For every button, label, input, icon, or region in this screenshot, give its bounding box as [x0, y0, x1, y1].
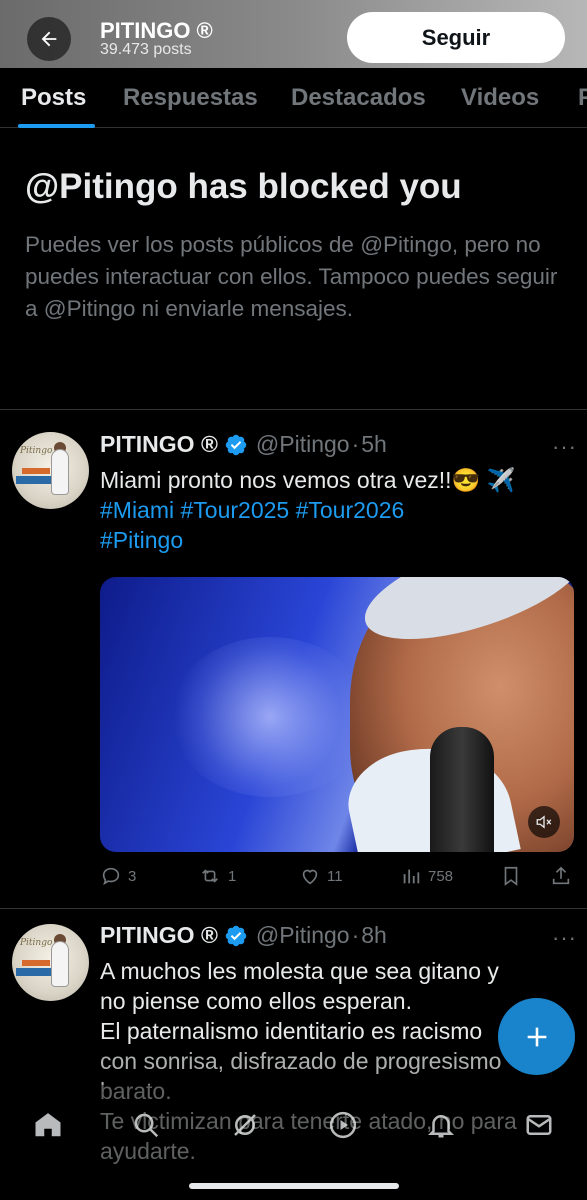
- avatar-graphic: [22, 468, 50, 474]
- post-header: PITINGO ® @Pitingo · 5h: [100, 431, 387, 458]
- avatar-graphic: [16, 968, 52, 976]
- post-timestamp[interactable]: 5h: [361, 431, 387, 458]
- blocked-title: @Pitingo has blocked you: [25, 167, 462, 206]
- post-hashtags[interactable]: #Pitingo: [100, 525, 580, 555]
- search-icon: [134, 1113, 159, 1138]
- post-header: PITINGO ® @Pitingo · 8h: [100, 922, 387, 949]
- repost-button[interactable]: 1: [198, 865, 236, 887]
- avatar-graphic: [22, 960, 50, 966]
- avatar-logo-text: Pitingo: [20, 938, 53, 948]
- avatar[interactable]: Pitingo: [12, 432, 89, 509]
- tab-replies[interactable]: Respuestas: [123, 84, 258, 112]
- bookmark-button[interactable]: [500, 865, 528, 887]
- post-text-line: A muchos les molesta que sea gitano y: [100, 958, 499, 984]
- post-author-name[interactable]: PITINGO ®: [100, 922, 218, 949]
- more-icon[interactable]: ···: [552, 434, 577, 460]
- reply-count: 3: [128, 867, 137, 885]
- post-text-line: Miami pronto nos vemos otra vez!!😎 ✈️: [100, 467, 516, 493]
- separator-dot: ·: [351, 922, 360, 948]
- nav-notifications[interactable]: [421, 1105, 461, 1145]
- repost-icon: [202, 869, 218, 883]
- more-icon[interactable]: ···: [552, 925, 577, 951]
- post-actions: 3 1 11 758: [100, 865, 575, 895]
- blocked-description: Puedes ver los posts públicos de @Piting…: [25, 232, 558, 321]
- post-timestamp[interactable]: 8h: [361, 922, 387, 949]
- avatar-graphic: [52, 942, 68, 986]
- video-frame: [430, 727, 494, 852]
- notifications-icon: [427, 1115, 455, 1138]
- divider: [0, 409, 587, 410]
- post-author-name[interactable]: PITINGO ®: [100, 431, 218, 458]
- avatar[interactable]: Pitingo: [12, 924, 89, 1001]
- compose-plus-icon: [527, 1027, 546, 1046]
- mute-button[interactable]: [528, 806, 560, 838]
- nav-messages[interactable]: [519, 1105, 559, 1145]
- tab-more[interactable]: F: [578, 84, 587, 112]
- views-button[interactable]: 758: [400, 865, 453, 887]
- home-indicator[interactable]: [189, 1183, 399, 1189]
- like-icon: [302, 869, 318, 885]
- post-author-handle[interactable]: @Pitingo: [256, 922, 350, 949]
- avatar-graphic: [52, 450, 68, 494]
- tab-highlights[interactable]: Destacados: [291, 84, 426, 112]
- nav-search[interactable]: [126, 1105, 166, 1145]
- reply-button[interactable]: 3: [100, 865, 136, 887]
- video-icon: [329, 1111, 357, 1139]
- back-arrow-icon: [41, 31, 57, 47]
- nav-home[interactable]: [28, 1105, 68, 1145]
- post-hashtags[interactable]: #Miami #Tour2025 #Tour2026: [100, 495, 580, 525]
- verified-badge-icon: [225, 925, 247, 946]
- post-count: 39.473 posts: [100, 41, 192, 58]
- views-count: 758: [428, 867, 454, 885]
- follow-button[interactable]: Seguir: [347, 12, 565, 63]
- messages-icon: [526, 1115, 552, 1135]
- post-video[interactable]: [100, 577, 574, 852]
- divider: [0, 908, 587, 909]
- repost-count: 1: [228, 867, 237, 885]
- back-button[interactable]: [27, 17, 71, 61]
- home-icon: [35, 1113, 61, 1137]
- avatar-logo-text: Pitingo: [20, 446, 53, 456]
- post-text: Miami pronto nos vemos otra vez!!😎 ✈️ #M…: [100, 465, 580, 555]
- like-count: 11: [327, 867, 343, 885]
- post-author-handle[interactable]: @Pitingo: [256, 431, 350, 458]
- profile-header: PITINGO ® 39.473 posts Seguir: [0, 0, 587, 68]
- active-tab-indicator: [18, 124, 95, 128]
- tab-videos[interactable]: Videos: [461, 84, 539, 112]
- grok-icon: [234, 1114, 256, 1136]
- tab-posts[interactable]: Posts: [21, 84, 86, 112]
- separator-dot: ·: [351, 431, 360, 457]
- nav-grok[interactable]: [225, 1105, 265, 1145]
- compose-button[interactable]: [498, 998, 575, 1075]
- share-icon: [552, 866, 570, 885]
- video-frame: [170, 637, 370, 797]
- reply-icon: [102, 867, 120, 886]
- views-icon: [403, 869, 420, 884]
- profile-tabs: Posts Respuestas Destacados Videos F: [0, 68, 587, 128]
- like-button[interactable]: 11: [299, 865, 343, 887]
- share-button[interactable]: [550, 865, 578, 887]
- bookmark-icon: [504, 866, 518, 886]
- avatar-graphic: [16, 476, 52, 484]
- verified-badge-icon: [225, 434, 247, 455]
- nav-video[interactable]: [323, 1105, 363, 1145]
- mute-icon: [536, 815, 552, 829]
